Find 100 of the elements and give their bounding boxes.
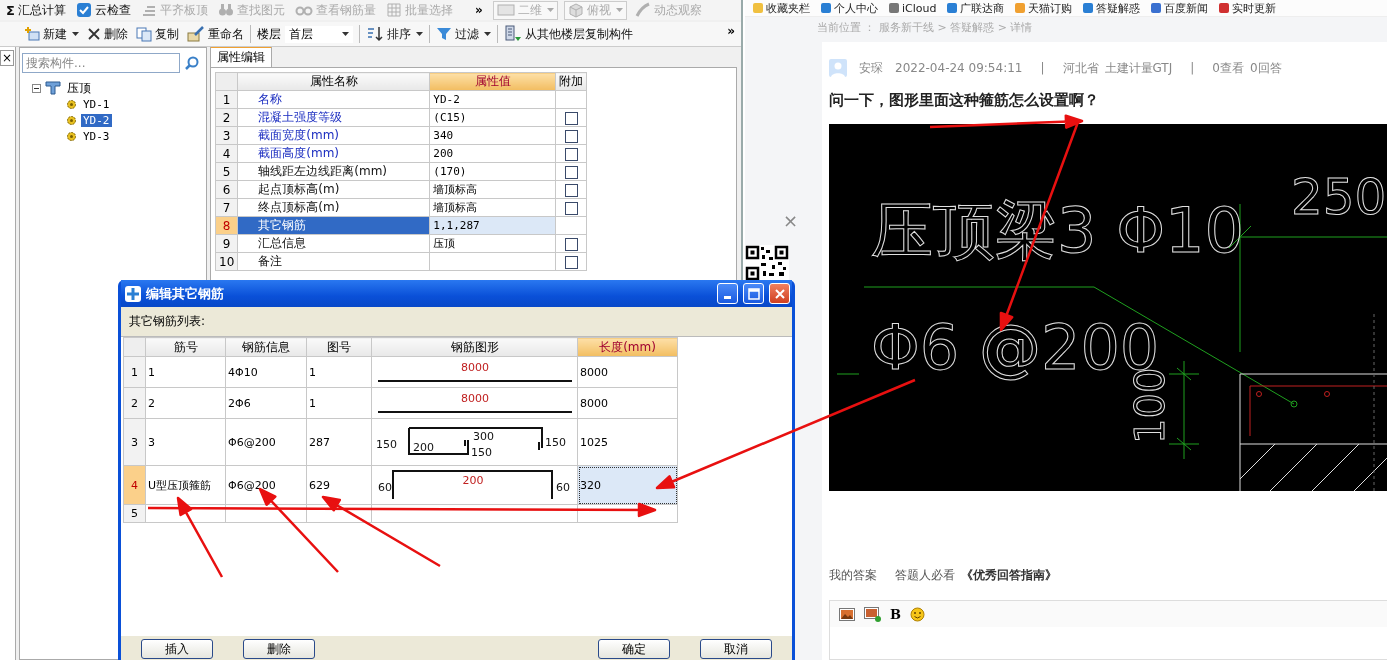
copy-icon [136,26,152,42]
dialog-button[interactable]: 取消 [700,639,772,659]
app-icon [125,285,141,302]
checkbox[interactable] [564,201,578,215]
answer-editor[interactable]: B [829,600,1387,660]
maximize-icon [747,287,760,300]
tree-item[interactable]: YD-1 [81,97,112,111]
row-number: 3 [123,418,146,466]
maximize-button[interactable] [743,283,764,304]
bold-button[interactable]: B [890,606,901,622]
bookmark-link[interactable]: 答疑解惑 [1083,0,1141,16]
toolbar-button[interactable]: 重命名 [185,25,246,43]
orbit-icon [634,2,651,18]
table-cell: 3 [145,418,226,466]
checkbox[interactable] [564,111,578,125]
checkbox[interactable] [564,183,578,197]
toolbar-button[interactable]: 过滤 [434,25,493,43]
dimension-label: 200 [462,474,483,487]
checkbox[interactable] [564,237,578,251]
search-icon[interactable] [184,55,200,71]
close-button[interactable] [769,283,790,304]
table-cell: Φ6@200 [225,418,307,466]
bookmark-link[interactable]: 个人中心 [821,0,878,16]
tree-item[interactable]: YD-2 [81,113,112,127]
collapse-toggle[interactable] [32,83,41,93]
site-icon [753,3,763,13]
floor-dropdown[interactable]: 首层 [285,25,353,43]
gallery-icon[interactable] [864,606,881,622]
author-name[interactable]: 安琛 [859,59,883,77]
region-label: 河北省 [1062,59,1099,77]
overflow-chevron[interactable]: » [727,24,735,38]
column-header[interactable]: 附加 [555,72,587,91]
table-cell: 汇总信息 [237,234,430,253]
table-cell: (170) [429,162,556,181]
table-cell: 1 [306,387,372,419]
dialog-button[interactable]: 插入 [141,639,213,659]
tree-item[interactable]: 压顶 [65,79,93,97]
dialog-button[interactable]: 删除 [243,639,315,659]
site-icon [821,3,831,13]
checkbox[interactable] [564,129,578,143]
close-button[interactable]: × [0,50,14,66]
dimension-label: 150 [544,436,566,449]
checkbox[interactable] [564,165,578,179]
bookmark-link[interactable]: iCloud [889,1,937,15]
filter-icon [436,26,452,42]
grid-icon [385,2,402,18]
toolbar-button[interactable]: 从其他楼层复制构件 [502,25,635,43]
bookmark-link[interactable]: 百度新闻 [1151,0,1209,16]
column-header[interactable]: 属性名称 [237,72,430,91]
site-icon [1151,3,1162,13]
table-cell: YD-2 [429,90,556,109]
bookmark-link[interactable]: 天猫订购 [1015,0,1073,16]
checkbox[interactable] [564,147,578,161]
table-cell: 340 [429,126,556,145]
bookmark-link[interactable]: 广联达商 [947,0,1005,16]
emoji-icon[interactable] [910,606,925,622]
row-number: 4 [123,465,146,505]
toolbar-button[interactable]: 复制 [134,25,181,43]
answer-tab[interactable]: 我的答案 [829,567,877,584]
column-header[interactable]: 筋号 [145,337,226,357]
dimension-label: 8000 [460,361,489,374]
answer-tab[interactable]: 《优秀回答指南》 [961,567,1057,584]
column-header[interactable]: 属性值 [429,72,556,91]
answer-tab[interactable]: 答题人必看 [895,567,955,584]
toolbar-button[interactable]: 删除 [85,25,130,43]
breadcrumb: 当前位置 ： 服务新干线 > 答疑解惑 > 详情 [816,20,1034,36]
table-cell: 287 [306,418,372,466]
caret-icon [546,8,554,12]
table-cell: 截面宽度(mm) [237,126,430,145]
toolbar-button[interactable]: 排序 [364,25,425,43]
tree-item[interactable]: YD-3 [81,129,112,143]
toolbar-button[interactable]: 云检查 [73,1,133,19]
column-header[interactable]: 钢筋图形 [371,337,578,357]
bookmark-link[interactable]: 收藏夹栏 [753,0,810,16]
gear-icon [66,98,77,110]
minimize-button[interactable] [717,283,738,304]
dimension-label: 60 [555,481,570,494]
dimension-label: 150 [375,438,397,451]
table-cell: 截面高度(mm) [237,144,430,163]
bookmark-link[interactable]: 实时更新 [1219,0,1277,16]
checkbox[interactable] [564,255,578,269]
column-header[interactable]: 长度(mm) [577,337,678,357]
table-cell: (C15) [429,108,556,127]
avatar-icon [829,59,847,77]
image-icon[interactable] [839,607,855,621]
toolbar-button[interactable]: 新建 [22,25,81,43]
question-title: 问一下，图形里面这种箍筋怎么设置啊？ [829,90,1099,110]
table-cell: 1025 [577,418,678,466]
caret-icon [342,32,349,36]
floor-label: 楼层 [257,25,281,43]
toolbar-button[interactable]: Σ 汇总计算 [4,1,68,19]
dialog-button[interactable]: 确定 [598,639,670,659]
column-header[interactable]: 图号 [306,337,372,357]
dimension-label: 8000 [460,392,489,405]
table-cell: 1 [145,356,226,388]
gear-icon [66,130,77,142]
column-header[interactable]: 钢筋信息 [225,337,307,357]
search-field[interactable]: 搜索构件... [22,53,180,73]
tab[interactable]: 属性编辑 [210,46,272,67]
overflow-chevron[interactable]: » [474,3,483,17]
